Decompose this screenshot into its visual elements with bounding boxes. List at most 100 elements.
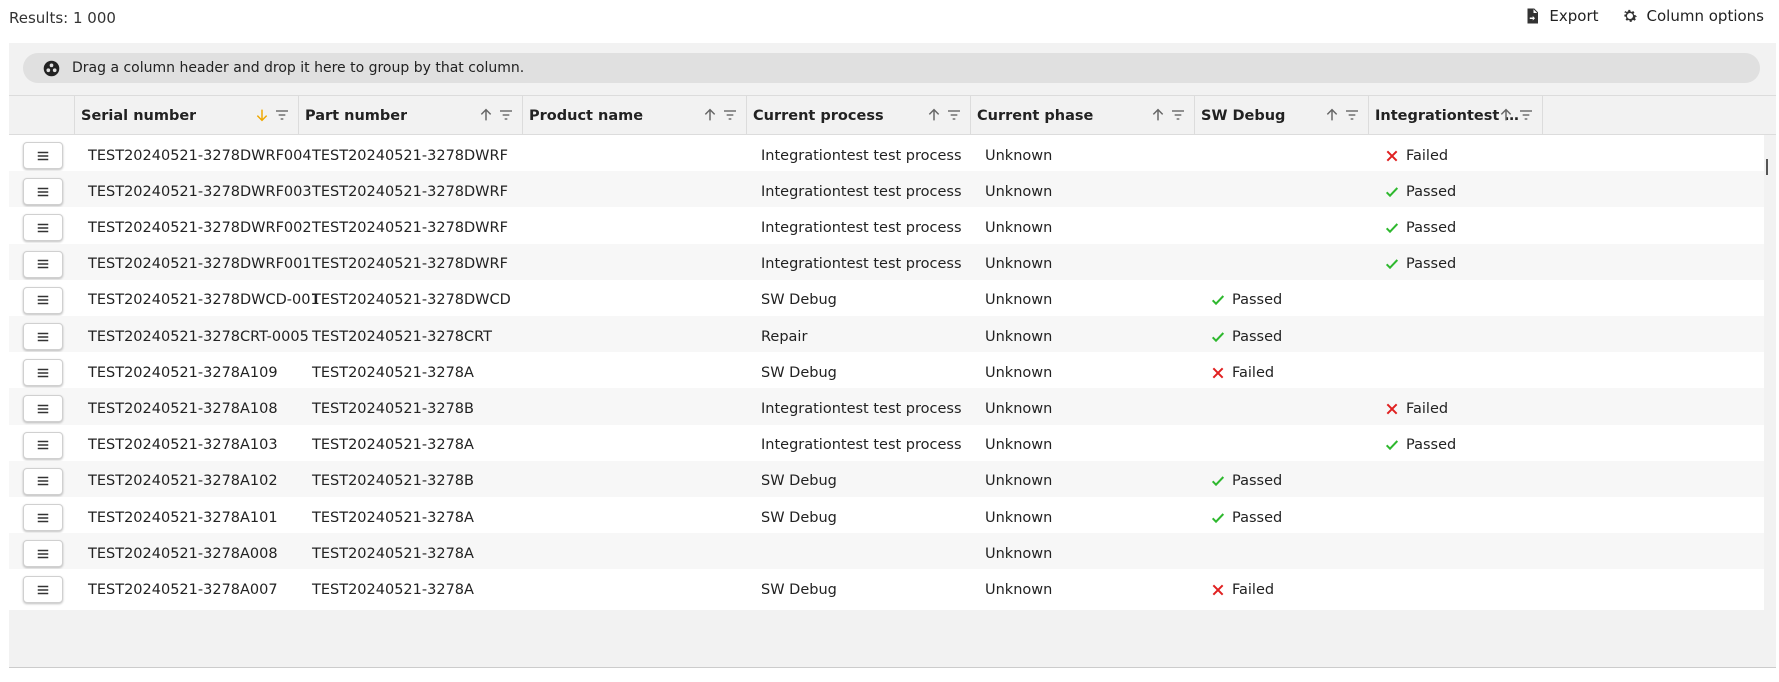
cell-part: TEST20240521-3278A: [312, 533, 523, 574]
cell-phase: Unknown: [985, 316, 1195, 357]
row-menu-button[interactable]: [23, 178, 63, 206]
status-text: Passed: [1406, 183, 1457, 200]
table-row[interactable]: TEST20240521-3278A109 TEST20240521-3278A S…: [9, 352, 1764, 394]
row-menu-button[interactable]: [23, 323, 63, 350]
column-header-controls: [702, 107, 738, 127]
column-header-serial[interactable]: Serial number: [75, 96, 299, 135]
cell-swdebug: Passed: [1210, 280, 1369, 321]
arrow-down-icon: [256, 109, 268, 122]
table-row[interactable]: TEST20240521-3278A101 TEST20240521-3278A S…: [9, 497, 1764, 538]
cell-process: SW Debug: [761, 280, 971, 321]
row-menu-button[interactable]: [23, 540, 63, 568]
filter-toggle[interactable]: [722, 107, 738, 127]
table-row[interactable]: TEST20240521-3278DWRF004 TEST20240521-327…: [9, 135, 1764, 176]
sort-toggle[interactable]: [1498, 107, 1514, 127]
cell-text: Unknown: [985, 292, 1053, 309]
sort-toggle[interactable]: [1324, 107, 1340, 127]
filter-icon: [276, 110, 288, 120]
row-menu-button[interactable]: [23, 286, 63, 314]
column-header-product[interactable]: Product name: [523, 96, 747, 135]
table-row[interactable]: TEST20240521-3278A007 TEST20240521-3278A S…: [9, 569, 1764, 611]
column-header-phase[interactable]: Current phase: [971, 96, 1195, 135]
cell-text: SW Debug: [761, 292, 837, 309]
cell-text: TEST20240521-3278DWRF002: [88, 219, 312, 236]
sort-toggle[interactable]: [254, 107, 270, 127]
sort-toggle[interactable]: [1150, 107, 1166, 127]
status-text: Failed: [1406, 147, 1449, 164]
status-text: Passed: [1406, 256, 1457, 273]
cell-text: Integrationtest test process: [761, 400, 962, 417]
cell-integ: [1384, 461, 1543, 502]
row-menu-button[interactable]: [23, 214, 63, 242]
cell-process: Integrationtest test process: [761, 388, 971, 429]
table-row[interactable]: TEST20240521-3278A108 TEST20240521-3278B I…: [9, 388, 1764, 430]
cell-part: TEST20240521-3278A: [312, 352, 523, 393]
cell-part: TEST20240521-3278DWRF: [312, 244, 523, 285]
file-export-icon: [1527, 8, 1539, 24]
cell-text: Unknown: [985, 437, 1053, 454]
filter-toggle[interactable]: [1170, 107, 1186, 127]
status-text: Passed: [1232, 292, 1283, 309]
column-options-button[interactable]: Column options: [1621, 7, 1764, 25]
table-row[interactable]: TEST20240521-3278DWCD-001 TEST20240521-32…: [9, 279, 1764, 321]
row-menu-button[interactable]: [23, 359, 63, 387]
hamburger-menu-icon: [37, 368, 49, 377]
cell-swdebug: [1210, 135, 1369, 176]
table-row[interactable]: TEST20240521-3278DWRF001 TEST20240521-327…: [9, 243, 1764, 285]
data-grid: Drag a column header and drop it here to…: [9, 43, 1776, 668]
column-header-label: Current phase: [977, 107, 1094, 124]
check-icon: [1211, 331, 1225, 342]
status-badge: Failed: [1384, 148, 1448, 164]
export-button[interactable]: Export: [1523, 7, 1599, 25]
filter-icon: [1172, 110, 1184, 120]
table-row[interactable]: TEST20240521-3278DWRF003 TEST20240521-327…: [9, 171, 1764, 213]
cell-swdebug: [1210, 533, 1369, 574]
filter-toggle[interactable]: [1344, 107, 1360, 127]
row-menu-button[interactable]: [23, 576, 63, 604]
row-menu-button[interactable]: [23, 142, 63, 169]
x-icon: [1212, 367, 1224, 379]
cell-phase: Unknown: [985, 135, 1195, 176]
status-text: Failed: [1232, 581, 1275, 598]
cell-product: [529, 244, 747, 285]
toolbar-actions: Export Column options: [1523, 7, 1764, 25]
cell-text: TEST20240521-3278DWCD-001: [88, 292, 320, 309]
column-header-process[interactable]: Current process: [747, 96, 971, 135]
table-row[interactable]: TEST20240521-3278A103 TEST20240521-3278A I…: [9, 424, 1764, 466]
filter-toggle[interactable]: [498, 107, 514, 127]
table-row[interactable]: TEST20240521-3278A008 TEST20240521-3278A U…: [9, 533, 1764, 575]
row-menu-button[interactable]: [23, 395, 63, 423]
column-header-part[interactable]: Part number: [299, 96, 523, 135]
table-row[interactable]: TEST20240521-3278A102 TEST20240521-3278B S…: [9, 460, 1764, 502]
column-header-controls: [1498, 107, 1534, 127]
filter-toggle[interactable]: [946, 107, 962, 127]
sort-toggle[interactable]: [478, 107, 494, 127]
cell-text: Unknown: [985, 256, 1053, 273]
filter-toggle[interactable]: [1518, 107, 1534, 127]
hamburger-menu-icon: [37, 477, 49, 486]
group-icon: [43, 60, 60, 76]
cell-text: TEST20240521-3278DWRF: [312, 256, 508, 273]
group-drop-zone[interactable]: Drag a column header and drop it here to…: [23, 53, 1760, 83]
table-row[interactable]: TEST20240521-3278DWRF002 TEST20240521-327…: [9, 207, 1764, 249]
vertical-scrollbar[interactable]: [1766, 159, 1768, 175]
hamburger-menu-icon: [37, 223, 49, 233]
cell-serial: TEST20240521-3278DWRF002: [88, 207, 312, 248]
row-menu-button[interactable]: [23, 250, 63, 278]
sort-toggle[interactable]: [702, 107, 718, 127]
cell-text: TEST20240521-3278A007: [88, 581, 278, 598]
cell-text: TEST20240521-3278A109: [88, 364, 278, 381]
cell-serial: TEST20240521-3278A102: [88, 461, 299, 502]
status-badge: Passed: [1384, 220, 1456, 236]
table-row[interactable]: TEST20240521-3278CRT-0005 TEST20240521-32…: [9, 316, 1764, 357]
sort-toggle[interactable]: [926, 107, 942, 127]
cell-process: [761, 533, 971, 574]
status-text: Passed: [1232, 509, 1283, 526]
column-header-swdebug[interactable]: SW Debug: [1195, 96, 1369, 135]
filter-toggle[interactable]: [274, 107, 290, 127]
row-menu-button[interactable]: [23, 504, 63, 531]
column-header-integ[interactable]: Integrationtest te...: [1369, 96, 1543, 135]
row-menu-button[interactable]: [23, 431, 63, 459]
row-menu-button[interactable]: [23, 467, 63, 495]
cell-process: SW Debug: [761, 461, 971, 502]
